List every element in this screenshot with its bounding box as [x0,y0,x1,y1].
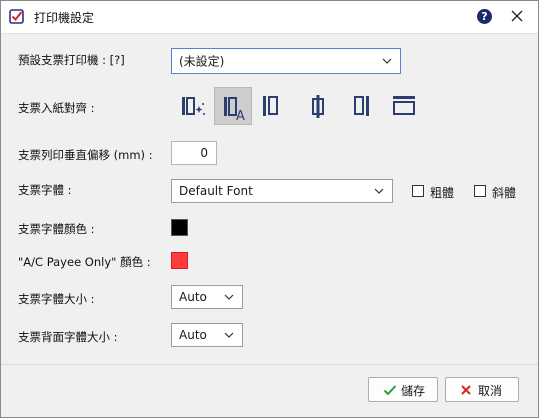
printer-select-value: (未設定) [179,54,225,69]
alignment-label: 支票入紙對齊 : [18,101,95,115]
check-icon [383,385,397,396]
cancel-button-label: 取消 [478,384,503,398]
font-color-label: 支票字體顏色 : [18,222,95,236]
font-size-label: 支票字體大小 : [18,292,95,306]
offset-input[interactable]: 0 [171,141,217,165]
back-font-size-select[interactable]: Auto [171,323,243,347]
back-font-size-label: 支票背面字體大小 : [18,330,118,344]
offset-label: 支票列印垂直偏移 (mm) : [18,148,153,162]
cancel-button[interactable]: 取消 [445,377,519,402]
align-top-icon [393,96,415,115]
chevron-down-icon [382,58,392,64]
printer-select[interactable]: (未設定) [171,48,401,74]
payee-color-swatch[interactable] [171,252,188,269]
chevron-down-icon [224,294,234,300]
align-left-icon [263,96,278,116]
bold-checkbox[interactable] [412,185,424,197]
align-left-button[interactable] [254,87,292,125]
font-label: 支票字體 : [18,183,72,197]
align-center-button[interactable] [299,87,337,125]
italic-label: 斜體 [492,186,517,200]
font-select-value: Default Font [179,184,253,198]
align-auto-button[interactable] [174,87,212,125]
close-icon[interactable] [507,6,527,26]
auto-align-icon [182,97,205,115]
help-icon[interactable]: ? [477,9,492,24]
title-bar: 打印機設定 ? [1,1,538,34]
app-icon [9,9,24,24]
back-font-size-value: Auto [179,328,207,342]
font-size-value: Auto [179,290,207,304]
printer-settings-dialog: 打印機設定 ? 預設支票打印機 : [?] (未設定) 支票入紙對齊 : A 支… [0,0,539,418]
italic-checkbox[interactable] [474,185,486,197]
footer-divider [1,364,538,365]
align-right-button[interactable] [343,87,381,125]
svg-text:A: A [236,109,245,124]
font-size-select[interactable]: Auto [171,285,243,309]
bold-label: 粗體 [430,186,455,200]
save-button[interactable]: 儲存 [368,377,438,402]
cancel-x-icon [461,385,471,395]
window-title: 打印機設定 [34,11,95,25]
align-center-icon [312,95,324,118]
save-button-label: 儲存 [401,384,426,398]
align-top-button[interactable] [385,87,423,125]
printer-label: 預設支票打印機 : [?] [18,53,125,67]
font-color-swatch[interactable] [171,219,188,236]
chevron-down-icon [374,188,384,194]
payee-color-label: "A/C Payee Only" 顏色 : [18,255,151,269]
font-select[interactable]: Default Font [171,179,393,203]
align-left-text-button[interactable]: A [214,87,252,125]
align-right-icon [354,96,369,116]
chevron-down-icon [224,332,234,338]
align-left-text-icon: A [224,97,245,124]
